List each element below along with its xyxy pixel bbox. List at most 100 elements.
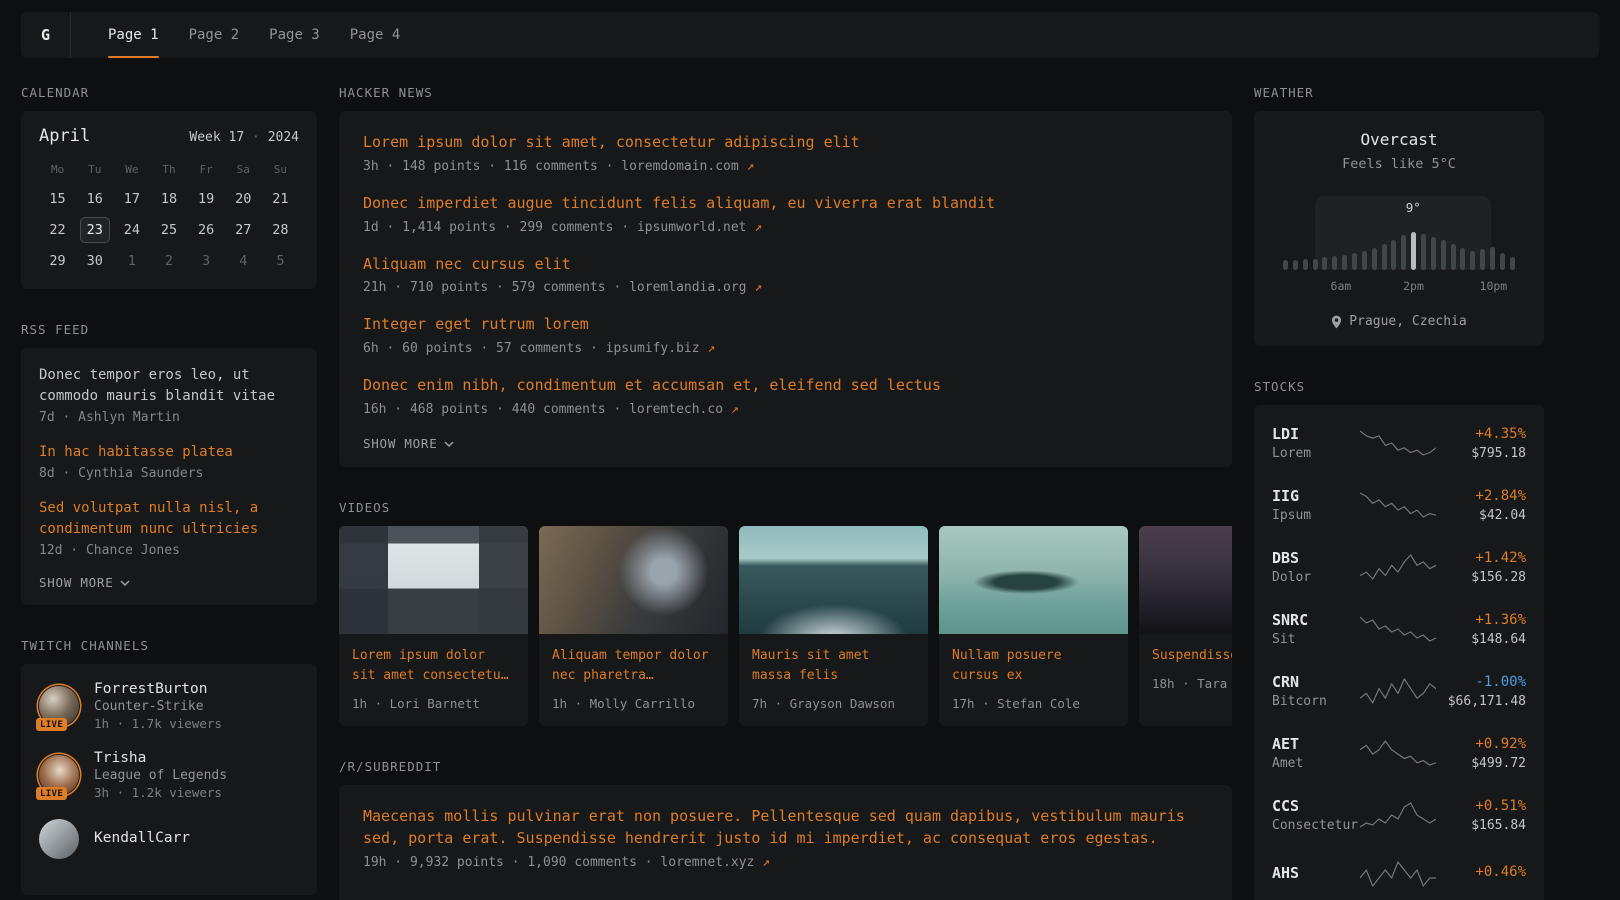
video-title[interactable]: Lorem ipsum dolor sit amet consectetu… (352, 646, 515, 686)
weather-time-2pm: 2pm (1403, 279, 1424, 293)
stock-symbol: IIG (1272, 487, 1358, 505)
rss-item-title[interactable]: Sed volutpat nulla nisl, a condimentum n… (39, 498, 299, 540)
subreddit-post-source-link[interactable]: loremnet.xyz ↗ (660, 855, 770, 870)
rss-item-title[interactable]: In hac habitasse platea (39, 442, 299, 463)
nav-tab[interactable]: Page 4 (350, 12, 401, 58)
hn-item-source-link[interactable]: loremlandia.org ↗ (629, 280, 762, 295)
video-title[interactable]: Aliquam tempor dolor nec pharetra… (552, 646, 715, 686)
nav-tab[interactable]: Page 3 (269, 12, 320, 58)
calendar-day: 23 (76, 214, 113, 245)
rss-widget: Donec tempor eros leo, ut commodo mauris… (21, 348, 317, 605)
hn-item-source-link[interactable]: loremdomain.com ↗ (621, 159, 754, 174)
weather-bar (1293, 260, 1298, 270)
stock-row: LDI Lorem +4.35% $795.18 (1272, 412, 1526, 474)
section-title-weather: WEATHER (1254, 85, 1544, 100)
stock-symbol: CCS (1272, 797, 1358, 815)
calendar-header: April Week 17 · 2024 (39, 126, 299, 146)
video-title[interactable]: Suspendisse diam (1152, 646, 1232, 666)
video-card[interactable]: Nullam posuere cursus ex 17h · Stefan Co… (939, 526, 1128, 726)
video-thumbnail[interactable] (539, 526, 728, 634)
stock-row: AET Amet +0.92% $499.72 (1272, 722, 1526, 784)
stock-identity: DBS Dolor (1272, 549, 1358, 585)
twitch-channel-row[interactable]: LIVE Trisha League of Legends 3h · 1.2k … (39, 750, 299, 800)
video-thumbnail[interactable] (339, 526, 528, 634)
video-thumbnail[interactable] (739, 526, 928, 634)
stock-sparkline (1358, 676, 1438, 706)
hn-item-source-link[interactable]: ipsumify.biz ↗ (606, 341, 716, 356)
twitch-channel-row[interactable]: LIVE ForrestBurton Counter-Strike 1h · 1… (39, 681, 299, 731)
video-meta: 7h · Grayson Dawson (752, 696, 915, 711)
weather-time-6am: 6am (1331, 279, 1352, 293)
stock-identity: AET Amet (1272, 735, 1358, 771)
calendar-year: 2024 (268, 130, 299, 145)
stock-change: +4.35% (1438, 426, 1526, 442)
video-card-body: Aliquam tempor dolor nec pharetra… 1h · … (539, 634, 728, 726)
weather-bar (1460, 248, 1465, 270)
video-card[interactable]: Suspendisse diam 18h · Tara (1139, 526, 1232, 726)
center-column: HACKER NEWS Lorem ipsum dolor sit amet, … (339, 85, 1232, 900)
stock-sparkline (1358, 800, 1438, 830)
hn-item-source-link[interactable]: loremtech.co ↗ (629, 402, 739, 417)
calendar-weekday: Sa (225, 163, 262, 176)
nav-tab[interactable]: Page 2 (189, 12, 240, 58)
video-thumbnail[interactable] (1139, 526, 1232, 634)
stock-identity: AHS (1272, 864, 1358, 885)
twitch-widget: LIVE ForrestBurton Counter-Strike 1h · 1… (21, 664, 317, 895)
left-column: CALENDAR April Week 17 · 2024 Mo (21, 85, 317, 900)
videos-section: VIDEOS Lorem ipsum dolor sit amet consec… (339, 500, 1232, 726)
channel-name[interactable]: ForrestBurton (94, 681, 222, 697)
calendar-day: 15 (39, 183, 76, 214)
channel-viewers: 3h · 1.2k viewers (94, 785, 227, 800)
calendar-weekday: Fr (188, 163, 225, 176)
video-thumbnail[interactable] (939, 526, 1128, 634)
video-title[interactable]: Nullam posuere cursus ex (952, 646, 1115, 686)
video-card[interactable]: Lorem ipsum dolor sit amet consectetu… 1… (339, 526, 528, 726)
channel-avatar: LIVE (39, 755, 79, 795)
chevron-down-icon (120, 580, 130, 586)
hn-item-title[interactable]: Lorem ipsum dolor sit amet, consectetur … (363, 132, 1208, 154)
weather-location: Prague, Czechia (1278, 314, 1520, 329)
hn-show-more-button[interactable]: SHOW MORE (363, 436, 1208, 451)
twitch-channel-row[interactable]: KendallCarr (39, 819, 299, 859)
hn-item-title[interactable]: Integer eget rutrum lorem (363, 314, 1208, 336)
app-logo[interactable]: G (21, 12, 71, 58)
weather-bar (1332, 256, 1337, 270)
hn-item: Donec enim nibh, condimentum et accumsan… (363, 375, 1208, 417)
weather-bar (1510, 257, 1515, 270)
hn-item-meta: 6h · 60 points · 57 comments · ipsumify.… (363, 341, 1208, 356)
stock-sparkline (1358, 614, 1438, 644)
hn-item-source-link[interactable]: ipsumworld.net ↗ (637, 220, 762, 235)
stock-symbol: AET (1272, 735, 1358, 753)
channel-name[interactable]: KendallCarr (94, 830, 190, 846)
subreddit-post-title[interactable]: Maecenas mollis pulvinar erat non posuer… (363, 806, 1208, 850)
stock-sparkline (1358, 738, 1438, 768)
hn-item-title[interactable]: Donec enim nibh, condimentum et accumsan… (363, 375, 1208, 397)
stock-price: $795.18 (1438, 446, 1526, 461)
video-card[interactable]: Aliquam tempor dolor nec pharetra… 1h · … (539, 526, 728, 726)
hn-item-meta: 16h · 468 points · 440 comments · loremt… (363, 402, 1208, 417)
video-card[interactable]: Mauris sit amet massa felis 7h · Grayson… (739, 526, 928, 726)
weather-bar (1401, 235, 1406, 270)
hn-item-stats: 21h · 710 points · 579 comments · (363, 280, 629, 295)
nav-tab[interactable]: Page 1 (108, 12, 159, 58)
stock-name: Sit (1272, 632, 1358, 647)
section-title-rss: RSS FEED (21, 322, 317, 337)
rss-item-title[interactable]: Donec tempor eros leo, ut commodo mauris… (39, 365, 299, 407)
weather-bar (1431, 237, 1436, 270)
channel-name[interactable]: Trisha (94, 750, 227, 766)
stock-values: -1.00% $66,171.48 (1438, 674, 1526, 709)
external-link-icon: ↗ (762, 855, 770, 870)
hn-item-title[interactable]: Donec imperdiet augue tincidunt felis al… (363, 193, 1208, 215)
hn-item-title[interactable]: Aliquam nec cursus elit (363, 254, 1208, 276)
calendar-day: 26 (188, 214, 225, 245)
video-title[interactable]: Mauris sit amet massa felis (752, 646, 915, 686)
calendar-day: 22 (39, 214, 76, 245)
hn-item-meta: 21h · 710 points · 579 comments · loreml… (363, 280, 1208, 295)
rss-show-more-button[interactable]: SHOW MORE (39, 575, 299, 590)
location-pin-icon (1331, 315, 1342, 329)
external-link-icon: ↗ (754, 220, 762, 235)
hn-item: Integer eget rutrum lorem 6h · 60 points… (363, 314, 1208, 356)
live-badge: LIVE (36, 718, 67, 731)
rss-item-meta: 7d · Ashlyn Martin (39, 410, 299, 425)
rss-item-meta: 8d · Cynthia Saunders (39, 466, 299, 481)
